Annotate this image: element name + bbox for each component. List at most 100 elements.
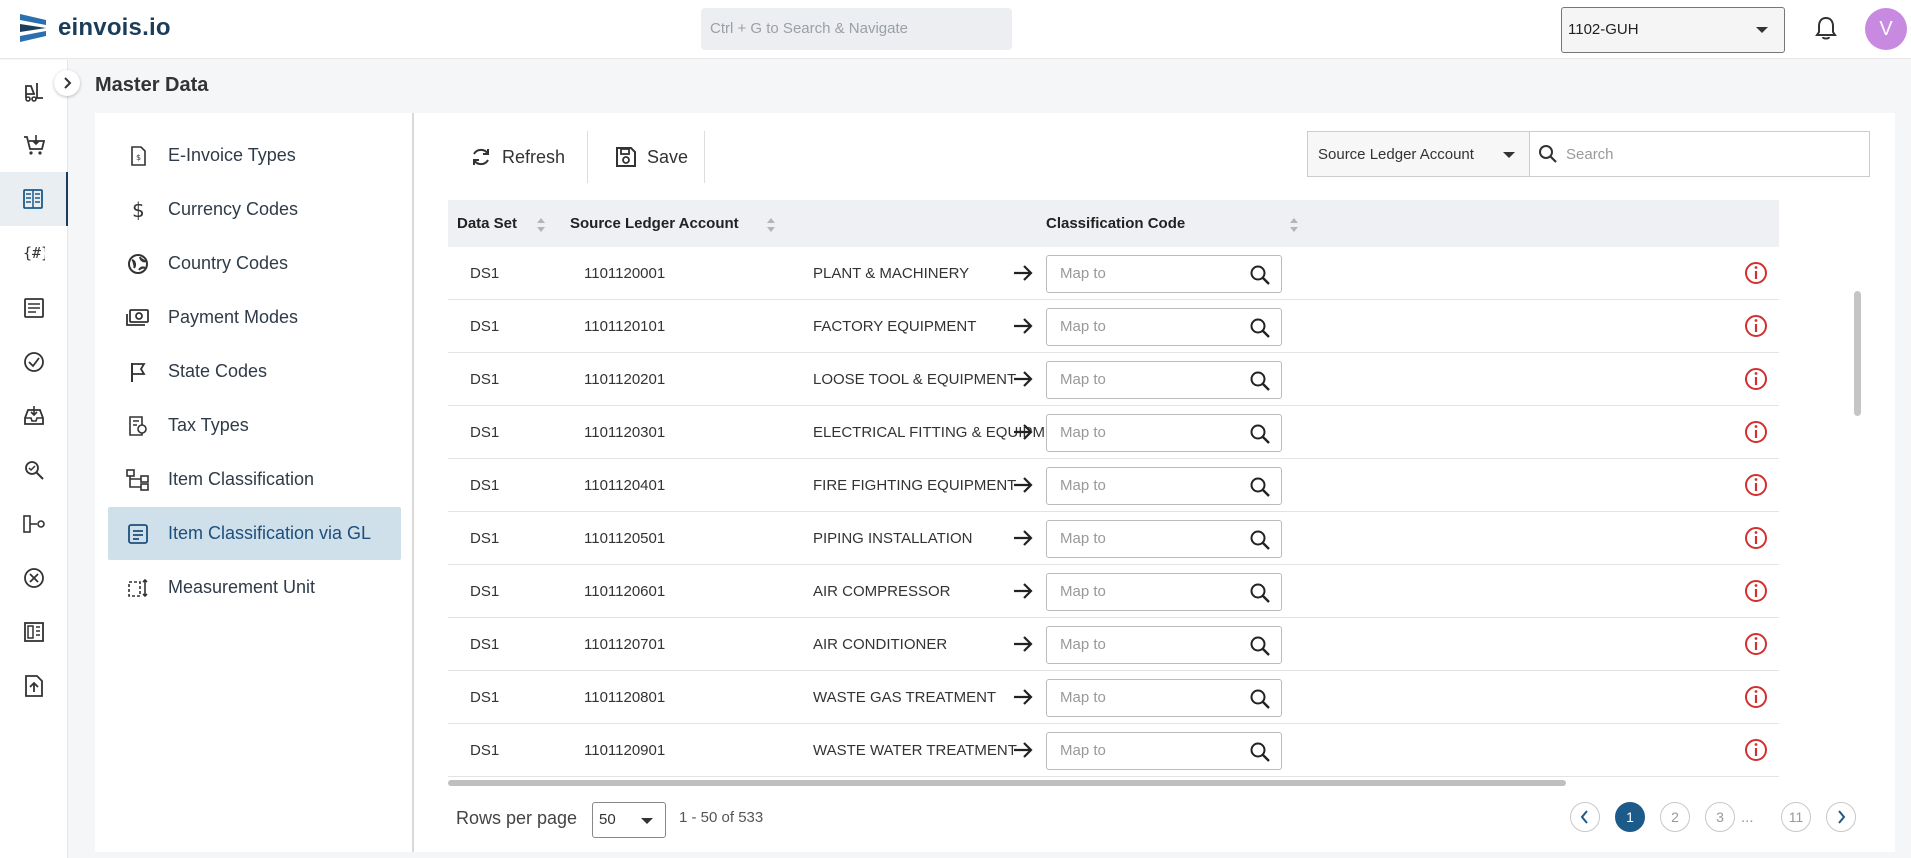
rail-item-search-doc[interactable]: [0, 443, 68, 497]
menu-item-label: Country Codes: [168, 253, 289, 273]
table-search-input[interactable]: Search: [1529, 131, 1870, 177]
map-to-input[interactable]: Map to: [1046, 573, 1282, 611]
search-icon[interactable]: [1249, 423, 1271, 445]
search-icon[interactable]: [1249, 741, 1271, 763]
sort-icon[interactable]: [536, 217, 546, 233]
rail-item-hash-code[interactable]: {#}: [0, 226, 68, 280]
info-icon[interactable]: [1744, 579, 1768, 603]
cell-data-set: DS1: [470, 371, 500, 388]
rail-item-cancel-circle[interactable]: [0, 551, 68, 605]
search-icon[interactable]: [1249, 582, 1271, 604]
column-header-data-set[interactable]: Data Set: [457, 200, 517, 247]
map-to-input[interactable]: Map to: [1046, 626, 1282, 664]
menu-item-measurement-unit[interactable]: Measurement Unit: [108, 561, 401, 614]
info-icon[interactable]: [1744, 261, 1768, 285]
cell-account-description: PIPING INSTALLATION: [813, 530, 973, 547]
menu-item-item-classification[interactable]: Item Classification: [108, 453, 401, 506]
logo[interactable]: einvois.io: [18, 12, 171, 44]
rail-item-layout[interactable]: [0, 605, 68, 659]
page-button-11[interactable]: 11: [1781, 802, 1811, 832]
table-row: DS1 1101120001 PLANT & MACHINERY Map to: [448, 247, 1779, 300]
menu-item-e-invoice-types[interactable]: $ E-Invoice Types: [108, 129, 401, 182]
map-to-input[interactable]: Map to: [1046, 679, 1282, 717]
menu-item-item-classification-via-gl[interactable]: Item Classification via GL: [108, 507, 401, 560]
menu-item-tax-types[interactable]: Tax Types: [108, 399, 401, 452]
toolbar-divider: [587, 131, 588, 183]
page-button-3[interactable]: 3: [1705, 802, 1735, 832]
horizontal-scrollbar[interactable]: [448, 780, 1566, 786]
info-icon[interactable]: [1744, 420, 1768, 444]
search-icon[interactable]: [1249, 317, 1271, 339]
refresh-label: Refresh: [502, 146, 566, 167]
search-icon[interactable]: [1249, 529, 1271, 551]
info-icon[interactable]: [1744, 367, 1768, 391]
table-row: DS1 1101120701 AIR CONDITIONER Map to: [448, 618, 1779, 671]
rail-item-inbox-tray[interactable]: [0, 389, 68, 443]
page-button-2[interactable]: 2: [1660, 802, 1690, 832]
info-icon[interactable]: [1744, 473, 1768, 497]
column-header-source-ledger-account[interactable]: Source Ledger Account: [570, 200, 739, 247]
map-to-input[interactable]: Map to: [1046, 414, 1282, 452]
organization-select[interactable]: 1102-GUH: [1561, 7, 1785, 53]
map-to-placeholder: Map to: [1060, 583, 1106, 600]
rail-item-check-circle[interactable]: [0, 335, 68, 389]
vertical-scrollbar[interactable]: [1854, 291, 1861, 416]
menu-item-currency-codes[interactable]: $ Currency Codes: [108, 183, 401, 236]
search-icon[interactable]: [1249, 635, 1271, 657]
filter-field-select[interactable]: Source Ledger Account: [1307, 131, 1529, 177]
menu-item-label: Measurement Unit: [168, 577, 316, 597]
info-icon[interactable]: [1744, 632, 1768, 656]
map-to-input[interactable]: Map to: [1046, 520, 1282, 558]
info-icon[interactable]: [1744, 738, 1768, 762]
measure-icon: [128, 578, 148, 597]
save-label: Save: [647, 146, 689, 167]
rail-item-ledger[interactable]: [0, 172, 68, 226]
search-icon[interactable]: [1249, 688, 1271, 710]
info-icon[interactable]: [1744, 685, 1768, 709]
rows-per-page-select[interactable]: 50: [592, 802, 666, 838]
cell-data-set: DS1: [470, 689, 500, 706]
table-row: DS1 1101120201 LOOSE TOOL & EQUIPMENT Map t…: [448, 353, 1779, 406]
avatar[interactable]: V: [1865, 8, 1907, 50]
pagination-range: 1 - 50 of 533: [679, 809, 764, 826]
rows-per-page-label: Rows per page: [456, 808, 578, 828]
sort-icon[interactable]: [766, 217, 776, 233]
column-header-classification-code[interactable]: Classification Code: [1046, 200, 1185, 247]
info-icon[interactable]: [1744, 526, 1768, 550]
menu-item-state-codes[interactable]: State Codes: [108, 345, 401, 398]
map-to-input[interactable]: Map to: [1046, 308, 1282, 346]
arrow-right-icon: [1014, 530, 1033, 546]
bell-icon[interactable]: [1815, 15, 1837, 41]
rail-item-upload-doc[interactable]: [0, 659, 68, 713]
map-to-input[interactable]: Map to: [1046, 361, 1282, 399]
prev-page-button[interactable]: [1570, 802, 1600, 832]
search-icon[interactable]: [1249, 264, 1271, 286]
menu-item-country-codes[interactable]: Country Codes: [108, 237, 401, 290]
sort-icon[interactable]: [1289, 217, 1299, 233]
rail-item-list-doc[interactable]: [0, 281, 68, 335]
toolbar-divider: [704, 131, 705, 183]
search-doc-icon: [25, 461, 44, 480]
upload-doc-icon: [25, 675, 43, 697]
rail-item-flow[interactable]: [0, 497, 68, 551]
save-button[interactable]: Save: [615, 137, 688, 177]
info-icon[interactable]: [1744, 314, 1768, 338]
next-page-button[interactable]: [1826, 802, 1856, 832]
page-button-1[interactable]: 1: [1615, 802, 1645, 832]
global-search-input[interactable]: Ctrl + G to Search & Navigate: [701, 8, 1012, 50]
arrow-right-icon: [1014, 742, 1033, 758]
map-to-input[interactable]: Map to: [1046, 255, 1282, 293]
cell-data-set: DS1: [470, 265, 500, 282]
search-icon[interactable]: [1249, 476, 1271, 498]
map-to-input[interactable]: Map to: [1046, 467, 1282, 505]
filter-field-value: Source Ledger Account: [1318, 146, 1474, 163]
cart-icon: [24, 135, 45, 155]
search-icon[interactable]: [1249, 370, 1271, 392]
table-row: DS1 1101120301 ELECTRICAL FITTING & EQUIPM…: [448, 406, 1779, 459]
refresh-button[interactable]: Refresh: [470, 137, 565, 177]
table-row: DS1 1101120401 FIRE FIGHTING EQUIPMENT Map …: [448, 459, 1779, 512]
rail-item-cart[interactable]: [0, 118, 68, 172]
map-to-input[interactable]: Map to: [1046, 732, 1282, 770]
menu-item-payment-modes[interactable]: Payment Modes: [108, 291, 401, 344]
expand-sidebar-button[interactable]: [54, 70, 80, 96]
